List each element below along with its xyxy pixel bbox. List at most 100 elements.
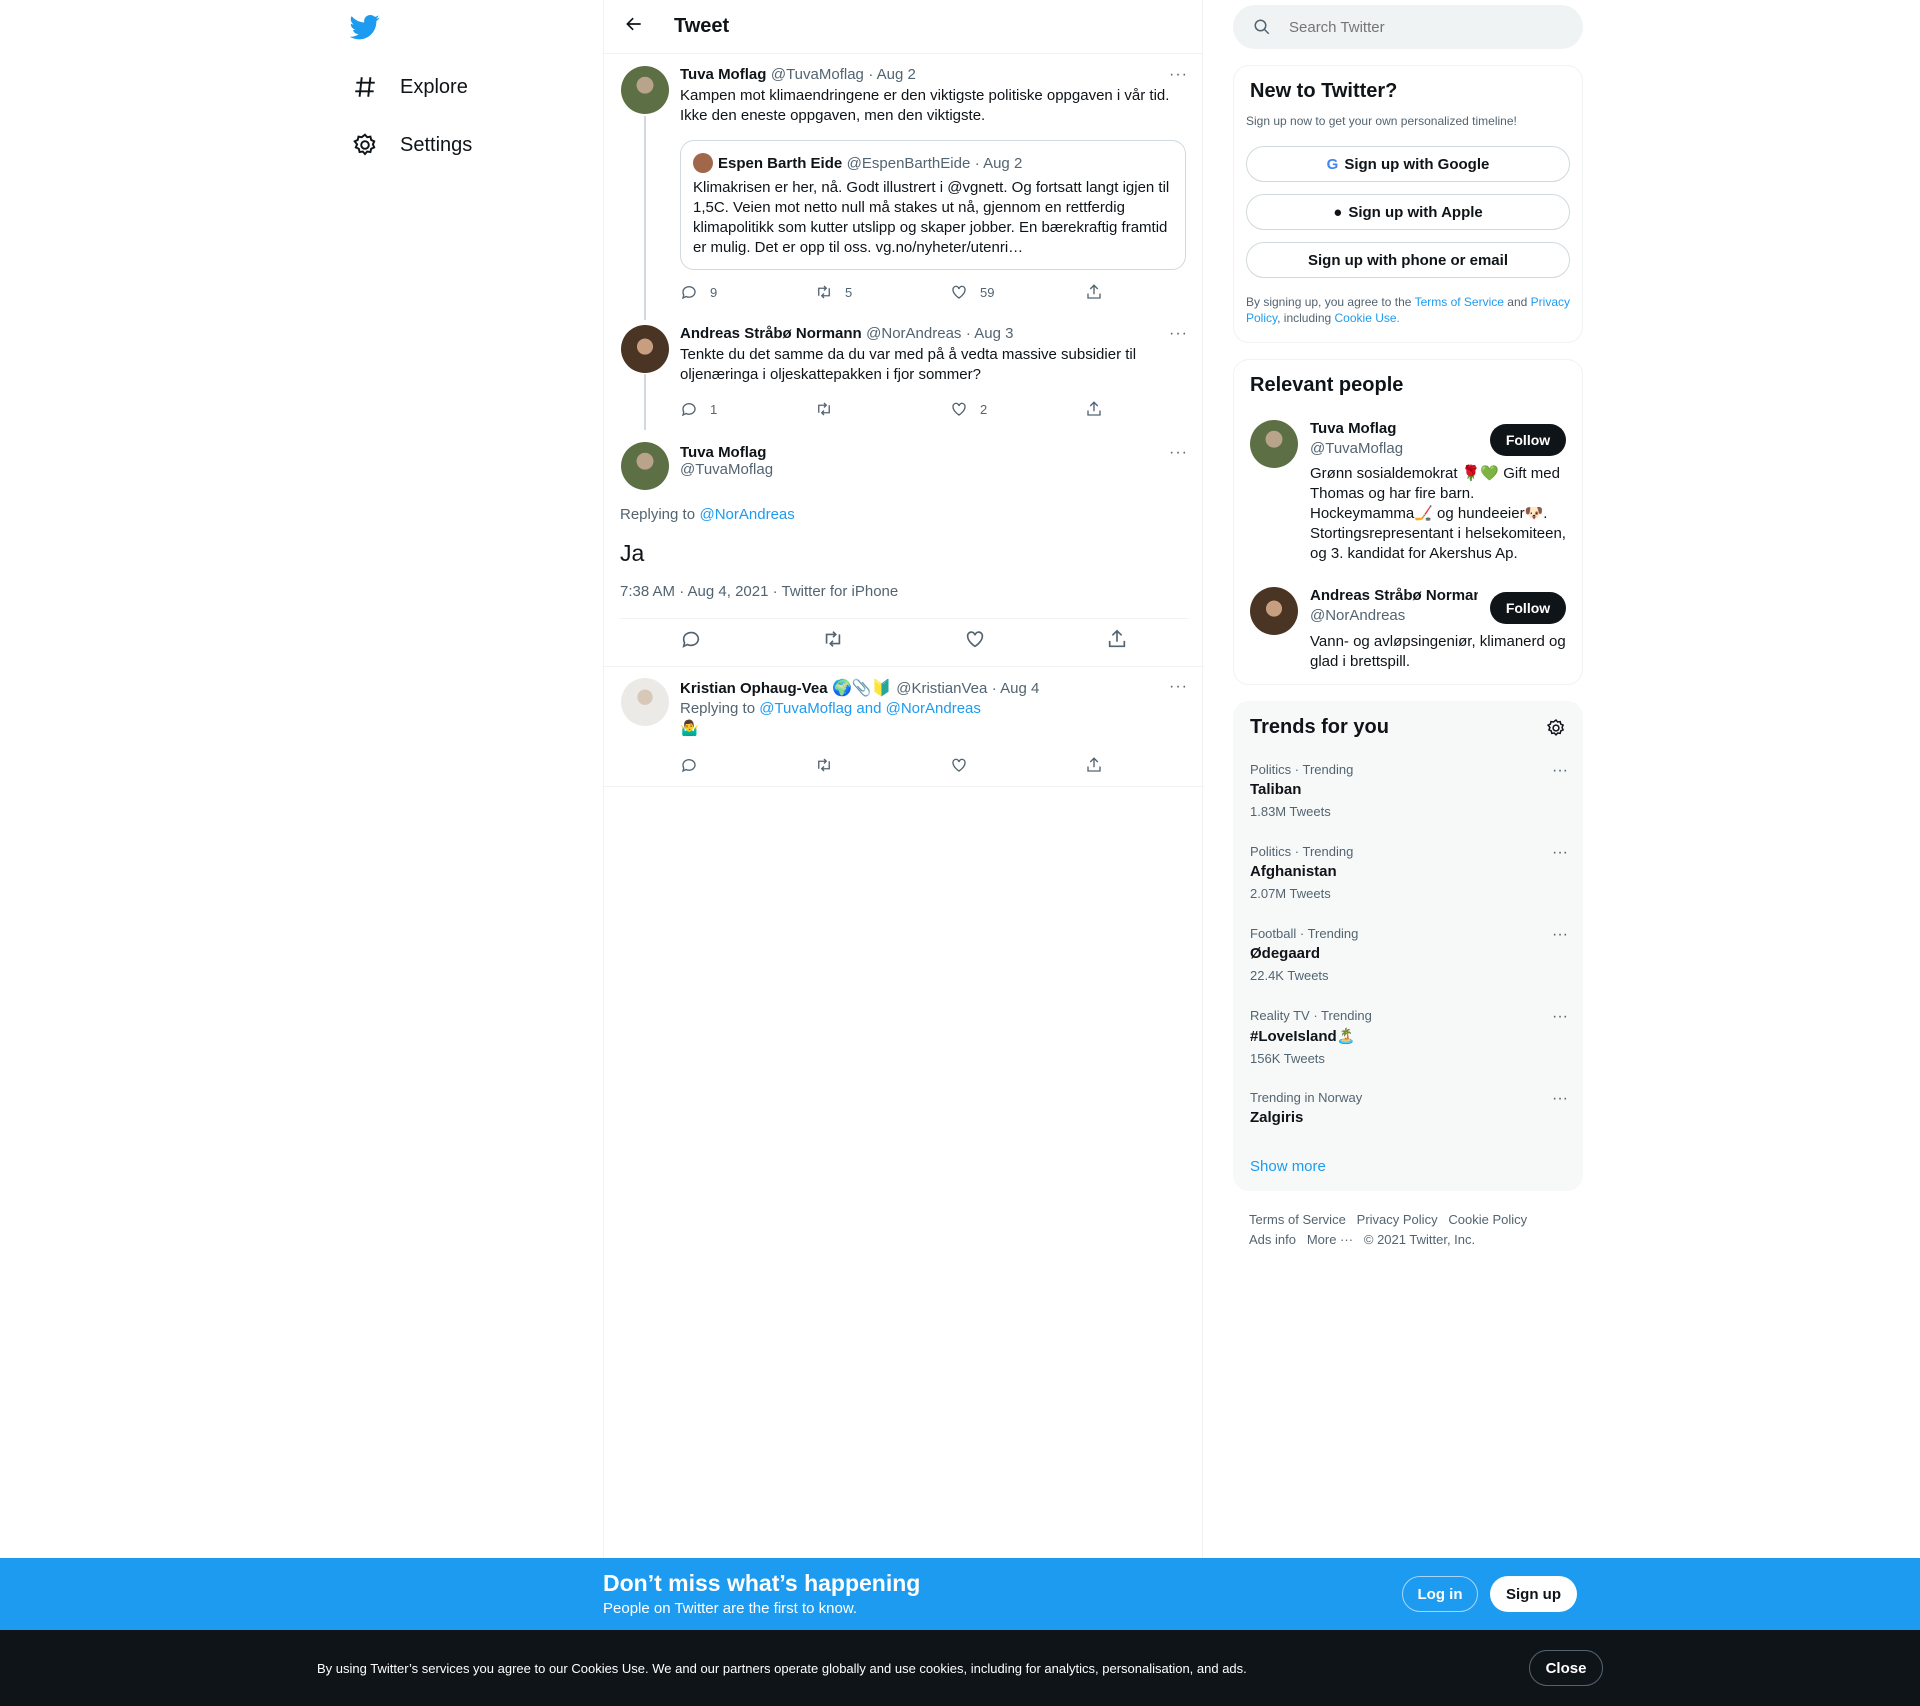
retweet-button[interactable]: 5 [815, 283, 950, 301]
retweet-button[interactable] [815, 400, 950, 418]
person-name[interactable]: Tuva Moflag [1310, 420, 1396, 437]
retweet-button[interactable] [822, 628, 844, 653]
author-handle[interactable]: @TuvaMoflag [771, 66, 864, 83]
tweet-text: 🤷‍♂️ [680, 720, 699, 737]
share-button[interactable] [1085, 400, 1220, 418]
author-name[interactable]: Andreas Stråbø Normann [680, 325, 862, 342]
follow-button[interactable]: Follow [1490, 424, 1566, 456]
trend-count: 2.07M Tweets [1250, 886, 1331, 901]
more-icon[interactable]: ··· [1169, 678, 1188, 696]
footer-cookie-link[interactable]: Cookie Policy [1448, 1212, 1527, 1227]
heart-icon [966, 631, 984, 648]
avatar[interactable] [621, 66, 669, 114]
retweet-button[interactable] [815, 756, 950, 774]
trend-item[interactable]: Football · Trending Ødegaard 22.4K Tweet… [1250, 926, 1568, 983]
share-button[interactable] [1106, 628, 1128, 653]
trends-settings-icon[interactable] [1546, 718, 1566, 743]
avatar[interactable] [621, 325, 669, 373]
divider [604, 786, 1204, 787]
twitter-logo-icon[interactable] [349, 12, 386, 42]
share-button[interactable] [1085, 756, 1220, 774]
signup-phone-label: Sign up with phone or email [1307, 251, 1508, 269]
share-icon [1087, 401, 1101, 416]
signup-banner: Don’t miss what’s happening People on Tw… [0, 1558, 1920, 1630]
person-name[interactable]: Andreas Stråbø Normann [1310, 587, 1478, 604]
author-name[interactable]: Tuva Moflag [680, 66, 766, 83]
tweet-actions: 9 5 59 [680, 283, 1220, 301]
trend-item[interactable]: Trending in Norway Zalgiris ··· [1250, 1090, 1568, 1126]
like-button[interactable]: 2 [950, 400, 1085, 418]
more-icon[interactable]: ··· [1552, 1090, 1568, 1108]
tweet-date[interactable]: · Aug 4 [992, 680, 1040, 697]
show-more-link[interactable]: Show more [1250, 1158, 1326, 1175]
signup-title: New to Twitter? [1250, 80, 1398, 102]
trend-item[interactable]: Politics · Trending Afghanistan 2.07M Tw… [1250, 844, 1568, 901]
trend-category: Reality TV · Trending [1250, 1008, 1372, 1023]
tweet-1[interactable]: Tuva Moflag @TuvaMoflag · Aug 2 ··· Kamp… [680, 66, 1188, 126]
more-icon[interactable]: ··· [1552, 1008, 1568, 1026]
more-icon[interactable]: ··· [1552, 926, 1568, 944]
signup-apple-button[interactable]: ● Sign up with Apple [1246, 194, 1570, 230]
footer-ads-link[interactable]: Ads info [1249, 1232, 1296, 1247]
footer-copyright: © 2021 Twitter, Inc. [1363, 1232, 1476, 1247]
search-icon [1254, 19, 1270, 35]
author-handle[interactable]: @TuvaMoflag [680, 461, 1188, 478]
signup-phone-button[interactable]: Sign up with phone or email [1246, 242, 1570, 278]
person-handle[interactable]: @NorAndreas [1310, 607, 1405, 624]
nav-settings[interactable]: Settings [350, 121, 472, 169]
login-button[interactable]: Log in [1402, 1576, 1478, 1612]
like-button[interactable] [950, 756, 1085, 774]
heart-icon [952, 758, 966, 772]
more-icon[interactable]: ··· [1169, 325, 1188, 343]
author-handle[interactable]: @KristianVea [896, 680, 987, 697]
quote-date: · Aug 2 [974, 154, 1023, 172]
tweet-meta[interactable]: 7:38 AM · Aug 4, 2021 · Twitter for iPho… [620, 583, 1190, 600]
more-icon[interactable]: ··· [1169, 444, 1188, 462]
replying-to-link[interactable]: @NorAndreas [700, 506, 795, 523]
trend-topic: Afghanistan [1250, 863, 1337, 880]
more-icon[interactable]: ··· [1552, 762, 1568, 780]
nav-explore[interactable]: Explore [350, 63, 468, 111]
avatar[interactable] [1250, 420, 1298, 468]
reply-button[interactable] [680, 628, 702, 653]
reply-button[interactable] [680, 756, 815, 774]
signup-button[interactable]: Sign up [1490, 1576, 1577, 1612]
avatar[interactable] [1250, 587, 1298, 635]
like-button[interactable]: 59 [950, 283, 1085, 301]
close-cookie-button[interactable]: Close [1529, 1650, 1603, 1686]
trend-item[interactable]: Politics · Trending Taliban 1.83M Tweets… [1250, 762, 1568, 819]
reply-button[interactable]: 1 [680, 400, 815, 418]
tweet-date[interactable]: · Aug 3 [966, 325, 1014, 342]
search-box[interactable] [1233, 5, 1583, 49]
like-button[interactable] [964, 628, 986, 653]
footer-tos-link[interactable]: Terms of Service [1249, 1212, 1346, 1227]
author-handle[interactable]: @NorAndreas [866, 325, 961, 342]
cookie-link[interactable]: Cookie Use. [1335, 311, 1400, 325]
focused-tweet-text: Ja [620, 540, 645, 566]
reply-count: 1 [710, 401, 718, 417]
share-button[interactable] [1085, 283, 1220, 301]
avatar[interactable] [621, 678, 669, 726]
focused-tweet-actions [620, 628, 1188, 653]
tos-link[interactable]: Terms of Service [1415, 295, 1504, 309]
avatar[interactable] [621, 442, 669, 490]
author-name[interactable]: Kristian Ophaug-Vea [680, 680, 828, 697]
person-handle[interactable]: @TuvaMoflag [1310, 440, 1403, 457]
tweet-2[interactable]: Andreas Stråbø Normann @NorAndreas · Aug… [680, 325, 1188, 385]
replying-to-link[interactable]: @TuvaMoflag and @NorAndreas [759, 700, 981, 717]
footer-more-link[interactable]: More ··· [1307, 1232, 1353, 1247]
signup-google-button[interactable]: G Sign up with Google [1246, 146, 1570, 182]
search-input[interactable] [1289, 18, 1549, 36]
more-icon[interactable]: ··· [1169, 66, 1188, 84]
tweet-date[interactable]: · Aug 2 [868, 66, 916, 83]
trend-topic: #LoveIsland🏝️ [1250, 1028, 1356, 1045]
tweet-4[interactable]: Kristian Ophaug-Vea 🌍📎🔰 @KristianVea · A… [680, 678, 1188, 739]
author-name[interactable]: Tuva Moflag [680, 444, 1188, 461]
follow-button[interactable]: Follow [1490, 592, 1566, 624]
footer-privacy-link[interactable]: Privacy Policy [1357, 1212, 1438, 1227]
quoted-tweet[interactable]: Espen Barth Eide @EspenBarthEide · Aug 2… [680, 140, 1186, 270]
more-icon[interactable]: ··· [1552, 844, 1568, 862]
back-arrow-icon[interactable] [624, 14, 644, 39]
reply-button[interactable]: 9 [680, 283, 815, 301]
trend-item[interactable]: Reality TV · Trending #LoveIsland🏝️ 156K… [1250, 1008, 1568, 1066]
